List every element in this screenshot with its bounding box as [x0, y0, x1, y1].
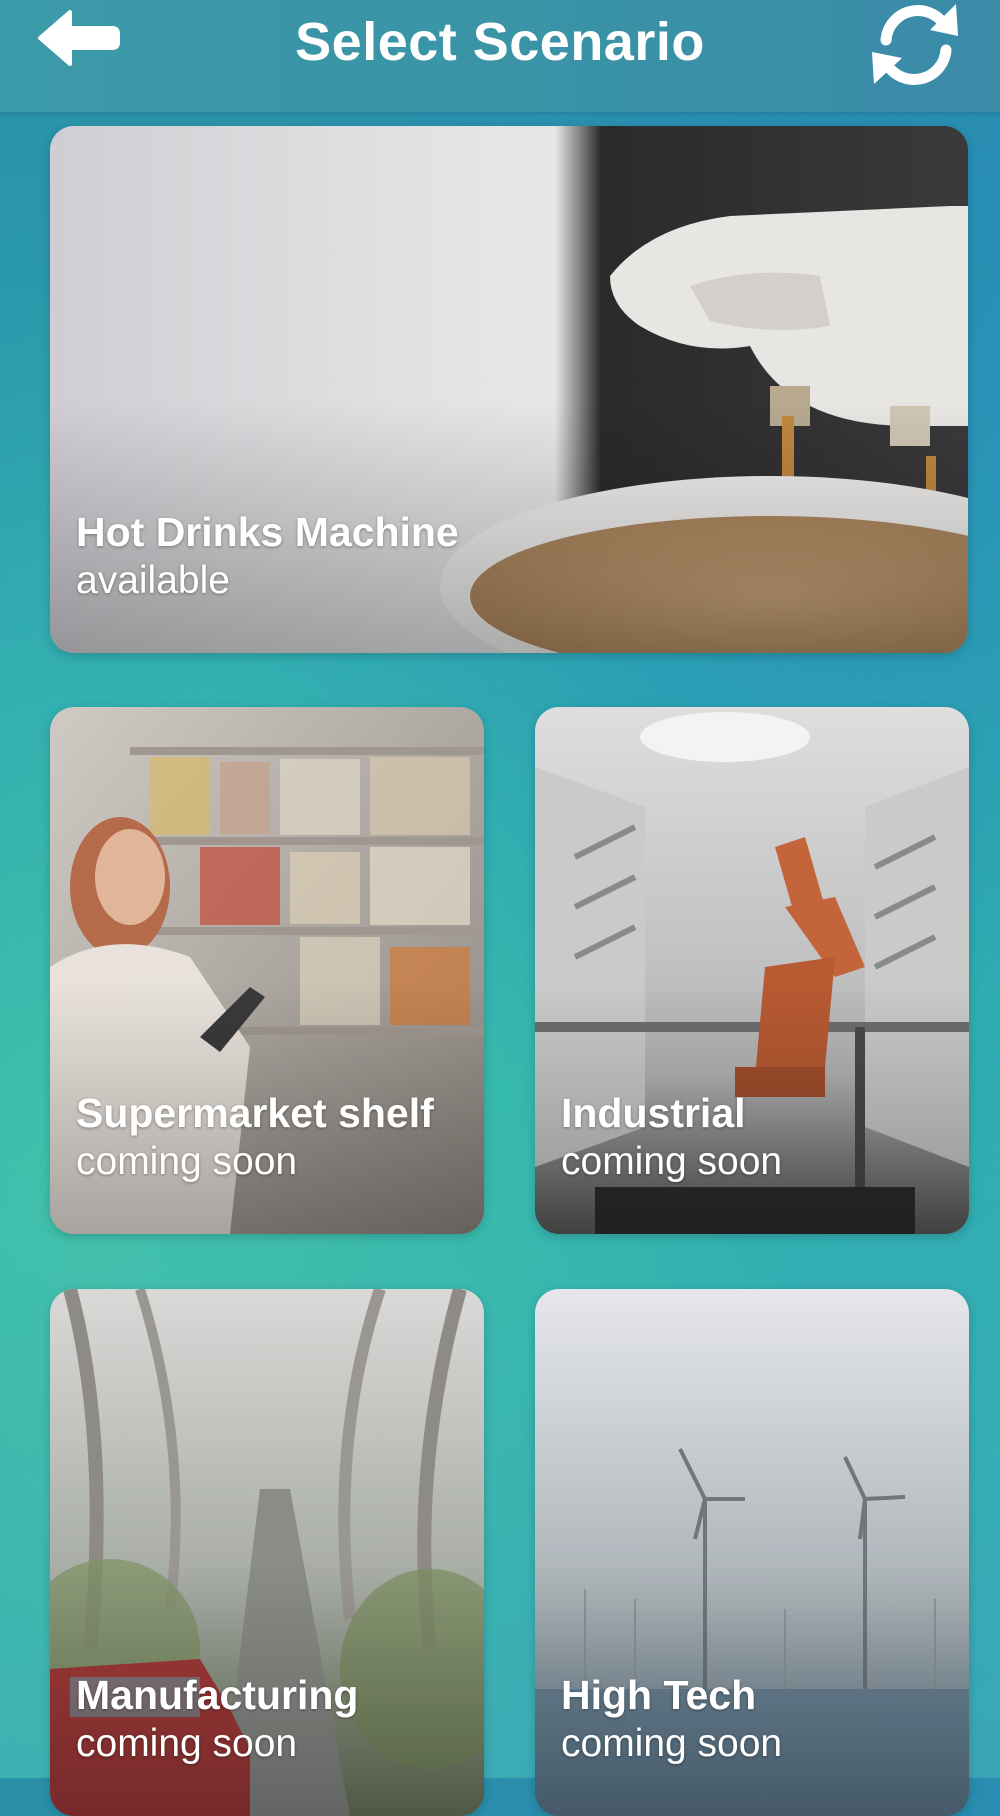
scenario-title: Hot Drinks Machine [76, 509, 459, 555]
scenario-card-hot-drinks[interactable]: Hot Drinks Machine available [50, 126, 968, 653]
refresh-icon [872, 4, 958, 85]
scenario-card-supermarket-shelf[interactable]: Supermarket shelf coming soon [50, 707, 484, 1234]
refresh-button[interactable] [868, 0, 964, 88]
scenario-card-manufacturing[interactable]: Manufacturing coming soon [50, 1289, 484, 1816]
scenario-title: Manufacturing [76, 1672, 359, 1718]
scenario-status: available [76, 559, 230, 602]
top-app-bar: Select Scenario [0, 0, 1000, 112]
scenario-card-industrial[interactable]: Industrial coming soon [535, 707, 969, 1234]
scenario-status: coming soon [561, 1140, 783, 1183]
scenario-card-high-tech[interactable]: High Tech coming soon [535, 1289, 969, 1816]
scenario-title: High Tech [561, 1672, 757, 1718]
scenario-status: coming soon [76, 1722, 298, 1765]
page-title: Select Scenario [295, 12, 705, 72]
scenario-status: coming soon [76, 1140, 298, 1183]
scenario-title: Supermarket shelf [76, 1090, 434, 1136]
scenario-status: coming soon [561, 1722, 783, 1765]
scenario-title: Industrial [561, 1090, 746, 1136]
